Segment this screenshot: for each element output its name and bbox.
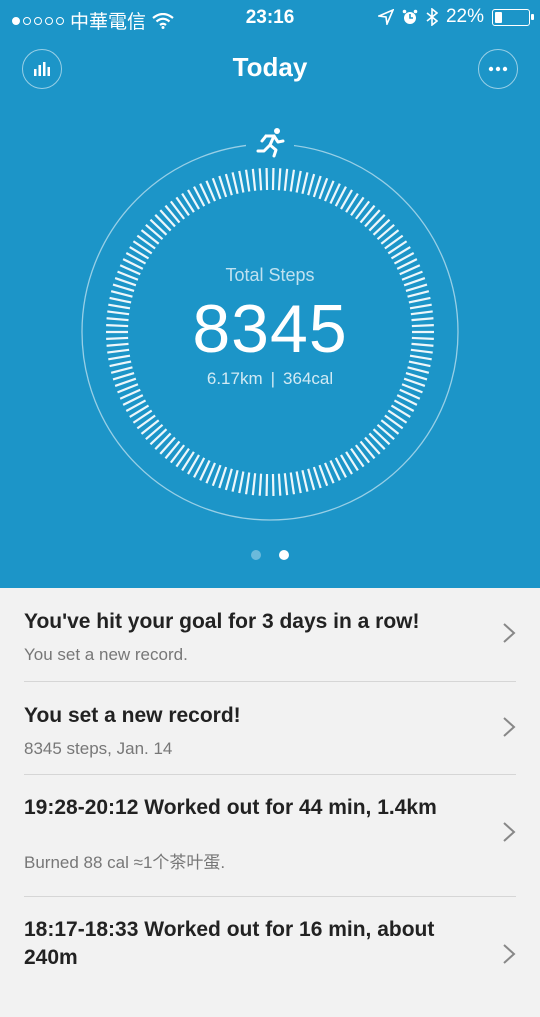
- separator: |: [271, 369, 275, 388]
- progress-tick: [302, 172, 307, 193]
- chevron-right-icon: [502, 716, 516, 738]
- progress-tick: [213, 178, 221, 199]
- progress-tick: [365, 210, 380, 226]
- page-indicator[interactable]: [0, 550, 540, 560]
- total-steps-label: Total Steps: [0, 265, 540, 286]
- feed-item-title: You set a new record!: [24, 702, 516, 730]
- progress-tick: [246, 170, 249, 192]
- progress-tick: [369, 433, 384, 449]
- progress-tick: [155, 433, 170, 449]
- feed-item-title: You've hit your goal for 3 days in a row…: [24, 608, 516, 636]
- feed-item-subtitle: Burned 88 cal ≈1个茶叶蛋.: [24, 851, 225, 875]
- feed-item-subtitle: 8345 steps, Jan. 14: [24, 737, 172, 761]
- distance-calories: 6.17km | 364cal: [0, 369, 540, 389]
- progress-tick: [219, 176, 226, 197]
- feed-item-subtitle: You set a new record.: [24, 643, 188, 667]
- progress-tick: [377, 425, 394, 439]
- progress-tick: [239, 471, 243, 493]
- total-steps-value: 8345: [0, 290, 540, 368]
- progress-tick: [369, 215, 384, 231]
- progress-tick: [150, 220, 166, 235]
- progress-tick: [291, 170, 294, 192]
- distance-value: 6.17km: [207, 369, 263, 388]
- chevron-right-icon: [502, 622, 516, 644]
- progress-tick: [260, 168, 261, 190]
- progress-tick: [297, 171, 301, 193]
- progress-tick: [233, 470, 238, 491]
- feed-item-title: 18:17-18:33 Worked out for 16 min, about…: [24, 916, 504, 972]
- progress-tick: [233, 172, 238, 193]
- progress-tick: [279, 474, 280, 496]
- progress-tick: [146, 425, 163, 439]
- chevron-right-icon: [502, 943, 516, 965]
- progress-tick: [213, 465, 221, 486]
- feed-item[interactable]: 19:28-20:12 Worked out for 44 min, 1.4km…: [24, 775, 516, 897]
- progress-tick: [308, 174, 314, 195]
- activity-feed: You've hit your goal for 3 days in a row…: [0, 588, 540, 1017]
- feed-item[interactable]: You've hit your goal for 3 days in a row…: [24, 588, 516, 682]
- calories-value: 364cal: [283, 369, 333, 388]
- progress-tick: [155, 215, 170, 231]
- progress-tick: [374, 429, 390, 444]
- chevron-right-icon: [502, 821, 516, 843]
- progress-tick: [365, 438, 380, 454]
- progress-tick: [314, 176, 321, 197]
- progress-tick: [246, 472, 249, 494]
- progress-tick: [279, 168, 280, 190]
- progress-tick: [285, 169, 287, 191]
- progress-tick: [150, 429, 166, 444]
- progress-tick: [377, 225, 394, 239]
- progress-tick: [253, 473, 255, 495]
- progress-tick: [219, 467, 226, 488]
- progress-tick: [374, 220, 390, 235]
- progress-tick: [291, 472, 294, 494]
- hero-panel: 中華電信 23:16 22%: [0, 0, 540, 588]
- page-dot[interactable]: [251, 550, 261, 560]
- progress-tick: [253, 169, 255, 191]
- feed-item-title: 19:28-20:12 Worked out for 44 min, 1.4km: [24, 794, 504, 822]
- progress-tick: [319, 178, 327, 199]
- progress-tick: [160, 438, 175, 454]
- progress-tick: [226, 174, 232, 195]
- progress-tick: [160, 210, 175, 226]
- progress-tick: [308, 469, 314, 490]
- progress-tick: [302, 470, 307, 491]
- feed-item[interactable]: You set a new record! 8345 steps, Jan. 1…: [24, 682, 516, 775]
- progress-tick: [297, 471, 301, 493]
- progress-tick: [319, 465, 327, 486]
- progress-tick: [146, 225, 163, 239]
- progress-tick: [260, 474, 261, 496]
- page-dot-active[interactable]: [279, 550, 289, 560]
- progress-tick: [314, 467, 321, 488]
- progress-tick: [226, 469, 232, 490]
- feed-item[interactable]: 18:17-18:33 Worked out for 16 min, about…: [24, 897, 516, 1017]
- progress-tick: [239, 171, 243, 193]
- progress-tick: [285, 473, 287, 495]
